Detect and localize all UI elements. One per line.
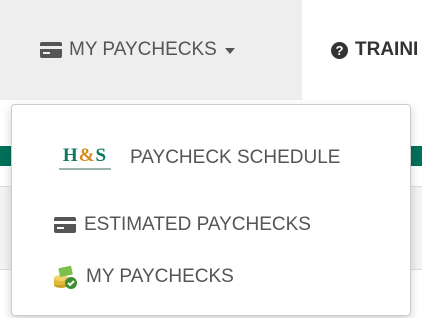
menu-item-my-paychecks[interactable]: MY PAYCHECKS <box>12 261 410 293</box>
money-stack-icon <box>52 264 78 290</box>
my-paychecks-nav-button[interactable]: MY PAYCHECKS <box>40 34 235 66</box>
menu-item-paycheck-schedule[interactable]: H&S PAYCHECK SCHEDULE <box>12 133 410 183</box>
credit-card-icon <box>40 42 62 58</box>
caret-down-icon <box>224 48 235 54</box>
top-nav-bar: MY PAYCHECKS ? TRAINI <box>0 0 422 100</box>
background-teal-band <box>410 146 422 166</box>
credit-card-icon <box>54 217 76 233</box>
my-paychecks-nav-label: MY PAYCHECKS <box>69 39 217 60</box>
menu-item-label: PAYCHECK SCHEDULE <box>130 147 341 168</box>
menu-item-label: MY PAYCHECKS <box>86 266 234 287</box>
my-paychecks-dropdown-menu: H&S PAYCHECK SCHEDULE ESTIMATED PAYCHECK… <box>11 104 411 316</box>
background-panel <box>410 186 422 270</box>
hs-company-logo: H&S <box>53 136 117 180</box>
menu-item-estimated-paychecks[interactable]: ESTIMATED PAYCHECKS <box>12 209 410 241</box>
training-nav-button[interactable]: ? TRAINI <box>331 34 418 66</box>
training-nav-label: TRAINI <box>355 39 419 60</box>
menu-item-label: ESTIMATED PAYCHECKS <box>84 214 311 235</box>
question-circle-icon: ? <box>331 41 348 59</box>
